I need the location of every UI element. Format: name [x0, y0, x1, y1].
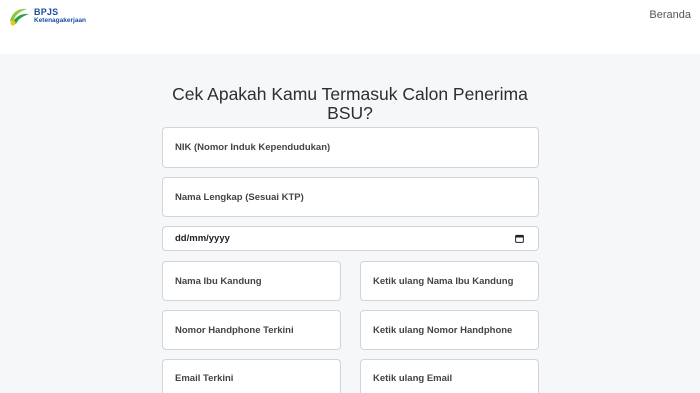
- phone-input[interactable]: Nomor Handphone Terkini: [162, 310, 341, 350]
- nik-placeholder: NIK (Nomor Induk Kependudukan): [175, 142, 331, 153]
- fullname-placeholder: Nama Lengkap (Sesuai KTP): [175, 191, 304, 203]
- page-title: Cek Apakah Kamu Termasuk Calon Penerima …: [172, 84, 528, 123]
- fullname-input[interactable]: Nama Lengkap (Sesuai KTP): [162, 177, 539, 217]
- top-navbar: BPJS Ketenagakerjaan Beranda: [0, 0, 700, 54]
- bpjs-logo[interactable]: BPJS Ketenagakerjaan: [8, 6, 86, 26]
- email-placeholder: Email Terkini: [175, 373, 234, 384]
- email-confirm-placeholder: Ketik ulang Email: [373, 373, 453, 384]
- birthdate-input[interactable]: dd/mm/yyyy: [162, 226, 539, 251]
- calendar-icon[interactable]: [515, 234, 524, 243]
- mother-name-input[interactable]: Nama Ibu Kandung: [162, 261, 341, 301]
- phone-confirm-input[interactable]: Ketik ulang Nomor Handphone: [360, 310, 539, 350]
- mother-name-confirm-placeholder: Ketik ulang Nama Ibu Kandung: [373, 275, 514, 287]
- nav-link-beranda[interactable]: Beranda: [649, 9, 691, 21]
- email-input[interactable]: Email Terkini: [162, 359, 341, 393]
- mother-name-confirm-input[interactable]: Ketik ulang Nama Ibu Kandung: [360, 261, 539, 301]
- nik-input[interactable]: NIK (Nomor Induk Kependudukan): [162, 127, 539, 168]
- phone-confirm-placeholder: Ketik ulang Nomor Handphone: [373, 324, 513, 336]
- brand-name: BPJS: [34, 6, 59, 17]
- birthdate-placeholder: dd/mm/yyyy: [175, 233, 230, 244]
- brand-wordmark: BPJS Ketenagakerjaan: [34, 6, 87, 25]
- email-confirm-input[interactable]: Ketik ulang Email: [360, 359, 539, 393]
- bpjs-logo-icon: [10, 8, 29, 26]
- mother-name-placeholder: Nama Ibu Kandung: [175, 275, 262, 287]
- phone-placeholder: Nomor Handphone Terkini: [175, 324, 294, 336]
- brand-subname: Ketenagakerjaan: [34, 16, 87, 24]
